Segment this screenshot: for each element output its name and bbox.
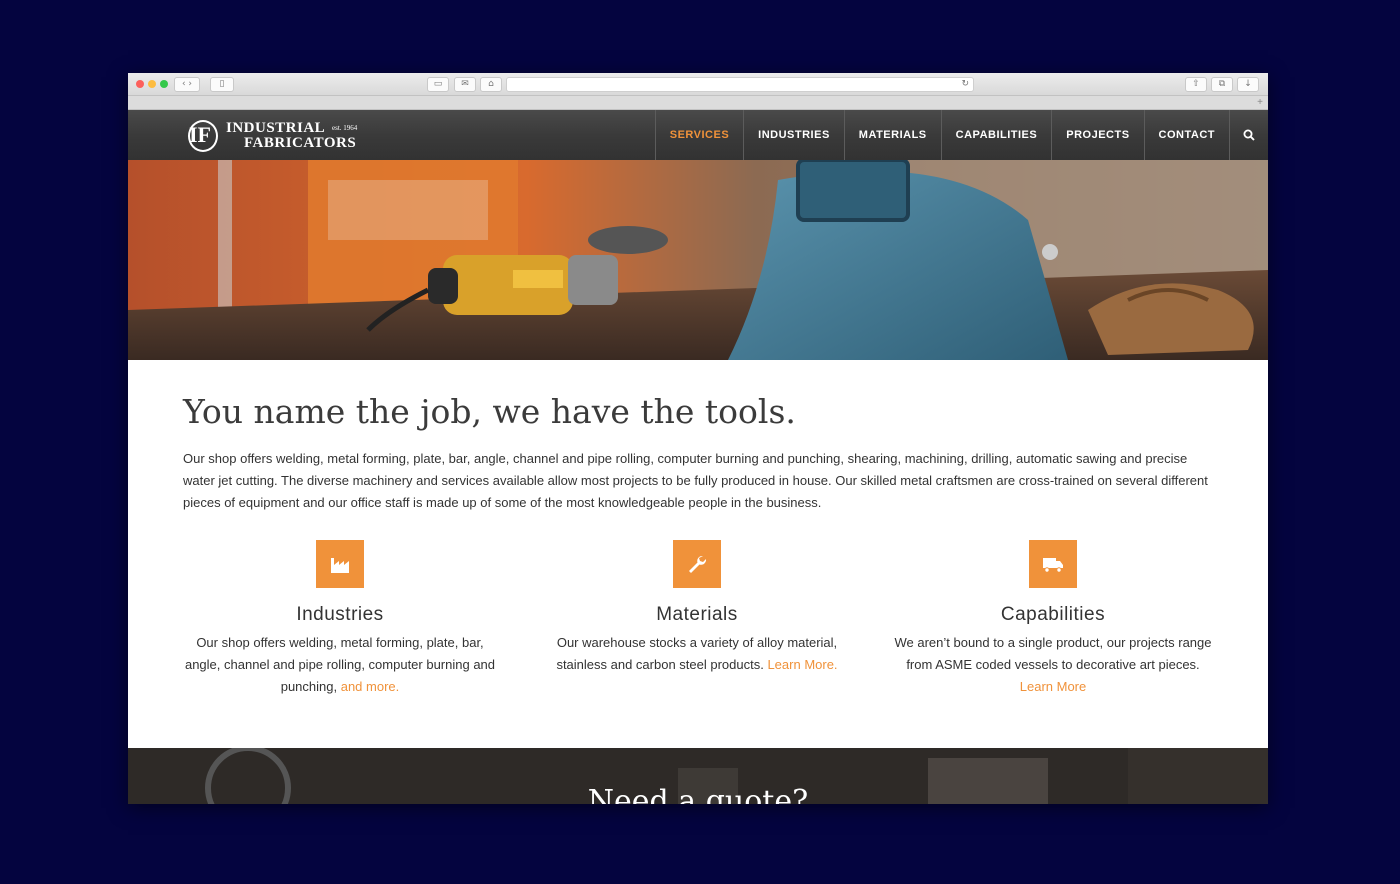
truck-icon[interactable] — [1029, 540, 1077, 588]
minimize-window-button[interactable] — [148, 80, 156, 88]
nav-services[interactable]: SERVICES — [654, 110, 743, 160]
downloads-icon[interactable]: ↓ — [1237, 77, 1259, 92]
hero-illustration — [128, 160, 1268, 360]
feature-description: We aren’t bound to a single product, our… — [894, 635, 1212, 694]
reload-icon[interactable]: ↻ — [961, 78, 969, 91]
nav-materials[interactable]: MATERIALS — [843, 110, 941, 160]
browser-toolbar: ‹ › ▯ ▭ ✉ ⌂ ↻ ⇧ ⧉ ↓ — [128, 73, 1268, 96]
main-nav: SERVICES INDUSTRIES MATERIALS CAPABILITI… — [654, 110, 1268, 160]
back-forward-buttons[interactable]: ‹ › — [174, 77, 200, 92]
feature-materials: Materials Our warehouse stocks a variety… — [537, 540, 857, 676]
browser-window: ‹ › ▯ ▭ ✉ ⌂ ↻ ⇧ ⧉ ↓ + IF INDUSTRIAL est.… — [128, 73, 1268, 804]
logo-mark-icon: IF — [182, 118, 218, 152]
factory-icon[interactable] — [316, 540, 364, 588]
sidebar-toggle-icon[interactable]: ▯ — [210, 77, 234, 92]
address-bar[interactable]: ↻ — [506, 77, 974, 92]
site-header: IF INDUSTRIAL est. 1964 FABRICATORS SERV… — [128, 110, 1268, 160]
wrench-icon[interactable] — [673, 540, 721, 588]
mail-icon[interactable]: ✉ — [454, 77, 476, 92]
search-icon[interactable] — [1229, 110, 1268, 160]
feature-description: Our shop offers welding, metal forming, … — [184, 635, 496, 694]
close-window-button[interactable] — [136, 80, 144, 88]
quote-title: Need a quote? — [587, 784, 809, 804]
feature-title: Capabilities — [1000, 604, 1106, 625]
new-tab-icon[interactable]: + — [1254, 96, 1266, 109]
feature-industries: Industries Our shop offers welding, meta… — [180, 540, 500, 698]
nav-industries[interactable]: INDUSTRIES — [743, 110, 844, 160]
learn-more-link[interactable]: Learn More. — [767, 657, 837, 672]
print-icon[interactable]: ▭ — [427, 77, 449, 92]
hero-image — [128, 160, 1268, 360]
tabs-overview-icon[interactable]: ⧉ — [1211, 77, 1233, 92]
home-icon[interactable]: ⌂ — [480, 77, 502, 92]
intro-paragraph: Our shop offers welding, metal forming, … — [183, 451, 1208, 510]
nav-capabilities[interactable]: CAPABILITIES — [940, 110, 1052, 160]
zoom-window-button[interactable] — [160, 80, 168, 88]
share-icon[interactable]: ⇧ — [1185, 77, 1207, 92]
quote-section: Need a quote? — [128, 748, 1268, 804]
learn-more-link[interactable]: Learn More — [1020, 679, 1086, 694]
nav-projects[interactable]: PROJECTS — [1051, 110, 1143, 160]
and-more-link[interactable]: and more. — [341, 679, 400, 694]
page-headline: You name the job, we have the tools. — [183, 392, 796, 431]
nav-contact[interactable]: CONTACT — [1143, 110, 1229, 160]
tab-strip: + — [128, 96, 1268, 110]
main-content: You name the job, we have the tools. Our… — [128, 360, 1268, 748]
feature-capabilities: Capabilities We aren’t bound to a single… — [893, 540, 1213, 698]
feature-title: Materials — [656, 604, 738, 625]
logo-established: est. 1964 — [332, 124, 358, 132]
feature-title: Industries — [296, 604, 384, 625]
feature-description: Our warehouse stocks a variety of alloy … — [556, 635, 838, 672]
logo-name-line2: FABRICATORS — [244, 135, 357, 151]
